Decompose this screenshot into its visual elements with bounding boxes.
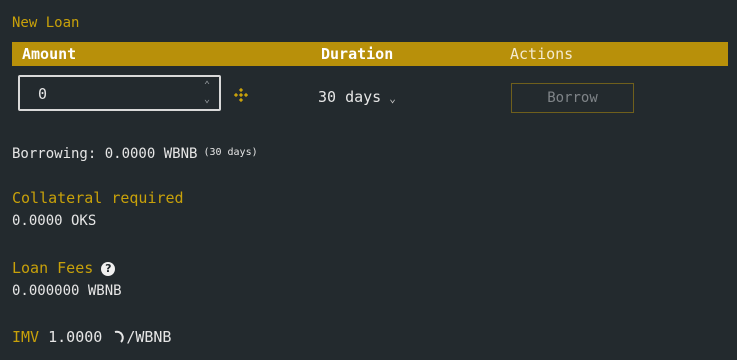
borrowing-text: Borrowing: 0.0000 WBNB [12, 146, 198, 162]
loan-fees-value: 0.000000 WBNB [12, 283, 122, 299]
page-title: New Loan [12, 15, 80, 31]
duration-select[interactable]: 30 days ⌄ [318, 88, 396, 106]
collateral-value: 0.0000 OKS [12, 213, 97, 229]
loan-fees-label: Loan Fees [12, 259, 94, 277]
imv-label: IMV [12, 328, 40, 346]
column-header-duration: Duration [321, 45, 394, 63]
duration-selected-value: 30 days [318, 88, 382, 106]
bnb-icon [234, 88, 248, 102]
decrement-icon[interactable]: ⌄ [200, 94, 214, 106]
imv-unit: /WBNB [126, 328, 172, 346]
amount-field[interactable]: ⌃ ⌄ [18, 75, 221, 111]
column-header-amount: Amount [22, 45, 77, 63]
imv-value: 1.0000 [48, 328, 103, 346]
borrowing-duration: (30 days) [203, 147, 258, 158]
column-header-actions: Actions [510, 45, 574, 63]
loan-fees-heading: Loan Fees? [12, 259, 116, 277]
increment-icon[interactable]: ⌃ [200, 80, 214, 92]
table-header: Amount Duration Actions [12, 42, 728, 66]
chevron-down-icon: ⌄ [389, 92, 396, 105]
borrow-button[interactable]: Borrow [511, 83, 634, 113]
help-icon[interactable]: ? [101, 262, 116, 276]
token-icon [115, 330, 125, 343]
imv-row: IMV 1.0000/WBNB [12, 328, 171, 346]
borrowing-summary: Borrowing: 0.0000 WBNB (30 days) [12, 146, 258, 162]
collateral-label: Collateral required [12, 189, 184, 207]
amount-input[interactable] [38, 85, 188, 103]
